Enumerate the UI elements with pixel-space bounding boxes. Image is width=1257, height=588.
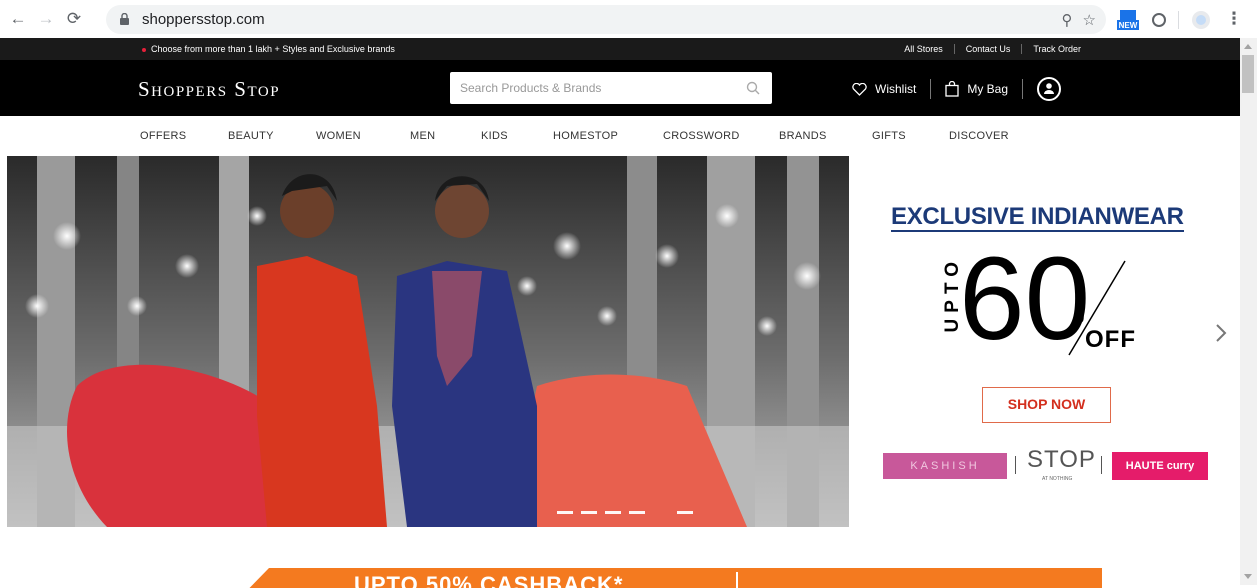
header-links: Wishlist My Bag: [852, 77, 1062, 101]
url-text: shoppersstop.com: [142, 11, 265, 28]
scroll-down-arrow-icon[interactable]: [1244, 574, 1252, 579]
site-header: Shoppers Stop Wishlist My Bag: [0, 60, 1240, 116]
shop-now-button[interactable]: SHOP NOW: [982, 387, 1111, 423]
brand-divider: [1015, 456, 1016, 474]
brand-stop-logo[interactable]: STOP: [1027, 446, 1096, 474]
contact-us-link[interactable]: Contact Us: [953, 44, 1022, 54]
banner-left-panel: [139, 568, 269, 588]
carousel-next-icon[interactable]: [1214, 322, 1228, 344]
scroll-up-arrow-icon[interactable]: [1244, 44, 1252, 49]
upto-label: UPTO: [942, 256, 963, 333]
nav-discover[interactable]: DISCOVER: [949, 130, 1009, 142]
extension-new-icon[interactable]: NEW: [1117, 9, 1139, 31]
nav-beauty[interactable]: BEAUTY: [228, 130, 274, 142]
svg-text:NEW: NEW: [1119, 21, 1138, 30]
search-input[interactable]: [450, 72, 720, 104]
wishlist-link[interactable]: Wishlist: [852, 82, 916, 96]
browser-chrome: ← → ⟳ shoppersstop.com ⚲ ☆ NEW ⋮: [0, 0, 1257, 38]
reload-icon[interactable]: ⟳: [64, 9, 84, 29]
hero-offer-panel: EXCLUSIVE INDIANWEAR UPTO 60 0 OFF SHOP …: [849, 156, 1240, 527]
top-strip: Choose from more than 1 lakh + Styles an…: [0, 38, 1240, 60]
search-box: [450, 72, 772, 104]
carousel-dots: [557, 511, 693, 514]
category-nav: OFFERS BEAUTY WOMEN MEN KIDS HOMESTOP CR…: [0, 116, 1240, 156]
nav-offers[interactable]: OFFERS: [140, 130, 186, 142]
banner-divider: [736, 572, 738, 588]
toolbar-divider: [1178, 11, 1179, 29]
nav-homestop[interactable]: HOMESTOP: [553, 130, 618, 142]
heart-icon: [852, 82, 867, 96]
zoom-icon[interactable]: ⚲: [1062, 11, 1073, 29]
off-label: OFF: [1085, 326, 1136, 353]
red-dot-icon: [142, 47, 146, 52]
cashback-banner[interactable]: UPTO 50% CASHBACK*: [139, 568, 1102, 588]
brand-divider: [1101, 456, 1102, 474]
carousel-dot[interactable]: [677, 511, 693, 514]
carousel-dot[interactable]: [605, 511, 621, 514]
nav-crossword[interactable]: CROSSWORD: [663, 130, 740, 142]
brand-stop-tagline: AT NOTHING: [1042, 476, 1073, 482]
back-arrow-icon[interactable]: ←: [8, 9, 28, 29]
carousel-dot[interactable]: [557, 511, 573, 514]
wishlist-label: Wishlist: [875, 82, 917, 96]
my-bag-label: My Bag: [967, 82, 1009, 96]
percent-zero: 0: [1075, 308, 1085, 327]
extension-circle-icon[interactable]: [1148, 9, 1170, 31]
nav-brands[interactable]: BRANDS: [779, 130, 827, 142]
track-order-link[interactable]: Track Order: [1021, 44, 1092, 54]
header-divider: [930, 79, 932, 99]
forward-arrow-icon[interactable]: →: [36, 9, 56, 29]
bookmark-star-icon[interactable]: ☆: [1083, 11, 1096, 29]
all-stores-link[interactable]: All Stores: [893, 44, 954, 54]
banner-text: UPTO 50% CASHBACK*: [354, 572, 624, 588]
brand-haute-curry-logo[interactable]: HAUTE curry: [1112, 452, 1208, 480]
menu-kebab-icon[interactable]: ⋮: [1224, 9, 1244, 29]
offer-headline: EXCLUSIVE INDIANWEAR: [891, 203, 1184, 232]
scroll-thumb[interactable]: [1242, 55, 1254, 93]
nav-gifts[interactable]: GIFTS: [872, 130, 906, 142]
top-promo: Choose from more than 1 lakh + Styles an…: [142, 44, 395, 54]
address-bar[interactable]: shoppersstop.com ⚲ ☆: [106, 5, 1106, 34]
search-icon[interactable]: [746, 81, 760, 95]
nav-women[interactable]: WOMEN: [316, 130, 361, 142]
carousel-dot[interactable]: [581, 511, 597, 514]
profile-avatar-icon[interactable]: [1190, 9, 1212, 31]
brand-kashish-logo[interactable]: KASHISH: [883, 453, 1007, 479]
shopping-bag-icon: [945, 81, 959, 97]
header-divider: [1022, 79, 1024, 99]
carousel-dot-gap: [653, 511, 669, 514]
user-account-icon[interactable]: [1037, 77, 1062, 101]
page-scrollbar[interactable]: [1240, 38, 1257, 585]
lock-icon: [120, 13, 129, 25]
nav-men[interactable]: MEN: [410, 130, 435, 142]
site-logo[interactable]: Shoppers Stop: [138, 77, 280, 102]
nav-kids[interactable]: KIDS: [481, 130, 508, 142]
top-links: All Stores Contact Us Track Order: [893, 44, 1092, 54]
carousel-dot[interactable]: [629, 511, 645, 514]
hero-illustration: [7, 156, 849, 527]
my-bag-link[interactable]: My Bag: [945, 81, 1008, 97]
hero-banner-image[interactable]: [7, 156, 849, 527]
top-promo-text: Choose from more than 1 lakh + Styles an…: [151, 44, 395, 54]
